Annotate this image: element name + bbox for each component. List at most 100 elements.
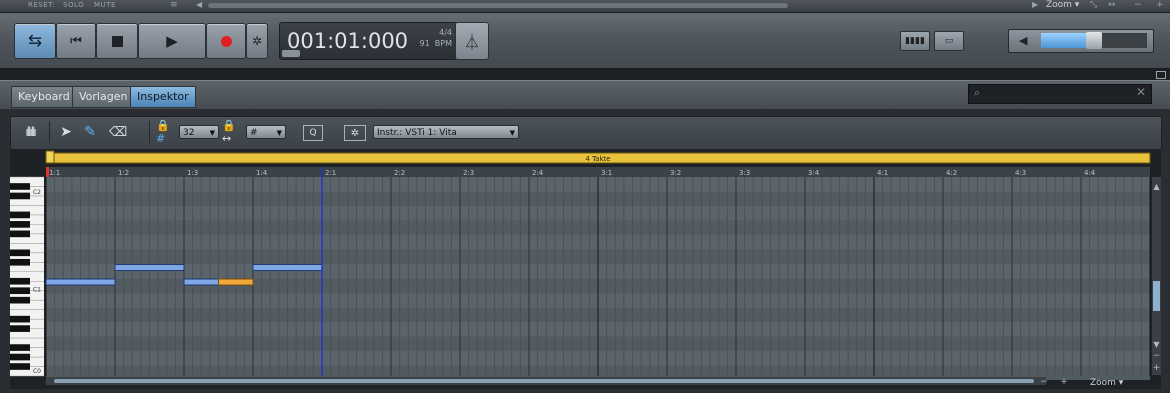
mute-label[interactable]: MUTE — [94, 1, 116, 9]
stop-icon — [111, 35, 123, 47]
screen-icon: ▭ — [944, 36, 954, 46]
black-key[interactable] — [10, 363, 30, 370]
eraser-tool[interactable]: ⌫ — [109, 123, 127, 141]
quantize-lock[interactable]: 🔒# — [156, 119, 178, 145]
position-time: 001:01:000 — [287, 29, 409, 53]
solo-label[interactable]: SOLO — [63, 1, 84, 9]
tab-keyboard[interactable]: Keyboard — [11, 86, 77, 108]
black-key[interactable] — [10, 296, 30, 304]
master-volume[interactable]: ◀ — [1008, 29, 1154, 53]
black-key[interactable] — [10, 211, 30, 219]
midi-note[interactable] — [114, 264, 185, 271]
cursor-icon: ➤ — [60, 124, 72, 140]
search-input[interactable]: ⌕ ✕ — [968, 84, 1152, 104]
length-lock[interactable]: 🔒↔ — [222, 119, 244, 145]
skip-back-icon: ⏮ — [70, 33, 82, 49]
record-settings-button[interactable]: ✲ — [246, 23, 268, 59]
play-button[interactable]: ▶ — [138, 23, 206, 59]
pencil-tool[interactable]: ✎ — [81, 123, 99, 141]
reset-label[interactable]: RESET: — [28, 1, 55, 9]
volume-knob[interactable] — [1086, 32, 1102, 49]
black-key[interactable] — [10, 183, 30, 190]
fit-icon[interactable]: ⤡ — [1090, 0, 1097, 10]
quantize-select[interactable]: 32 ▼ — [179, 125, 219, 139]
record-icon — [220, 35, 232, 47]
stop-button[interactable] — [96, 23, 138, 59]
zoom-out-horizontal-icon[interactable]: − — [1040, 377, 1048, 387]
scroll-down-icon[interactable]: ▼ — [1153, 340, 1160, 349]
black-key[interactable] — [10, 258, 30, 266]
metronome-button[interactable]: ⏃ — [455, 22, 489, 60]
tab-vorlagen[interactable]: Vorlagen — [72, 86, 135, 108]
timeline-ruler — [46, 167, 1150, 177]
scroll-up-icon[interactable]: ▲ — [1153, 182, 1160, 191]
black-key[interactable] — [10, 325, 30, 332]
velocity-tool[interactable]: ıllıllı — [17, 123, 43, 141]
lock-grid-icon: 🔒# — [156, 119, 170, 145]
zoom-out-vertical-icon[interactable]: − — [1153, 351, 1161, 361]
black-key[interactable] — [10, 192, 30, 200]
black-key[interactable] — [10, 353, 30, 361]
start-marker — [46, 167, 49, 177]
screen-view-button[interactable]: ▭ — [934, 31, 964, 51]
volume-track[interactable] — [1041, 32, 1147, 49]
rewind-button[interactable]: ⏮ — [56, 23, 96, 59]
black-key[interactable] — [10, 344, 30, 351]
midi-note[interactable] — [183, 278, 219, 286]
search-icon: ⌕ — [974, 86, 981, 99]
black-key[interactable] — [10, 221, 30, 228]
piano-roll: 1:1 1:2 1:3 1:4 2:1 2:2 2:3 2:4 3:1 3:2 3:3 3:4 4:1 4… — [10, 149, 1161, 389]
midi-note[interactable] — [218, 278, 254, 286]
loop-start-handle[interactable] — [45, 150, 55, 164]
top-scrollbar[interactable] — [208, 3, 788, 8]
loop-label: 4 Takte — [585, 155, 610, 163]
volume-left-icon: ◀ — [1019, 34, 1028, 47]
scroll-left-icon[interactable]: ◀ — [196, 0, 202, 9]
position-slider[interactable] — [282, 50, 300, 57]
zoom-in-horizontal-icon[interactable]: + — [1060, 377, 1068, 387]
zoom-in-icon[interactable]: + — [1156, 0, 1164, 10]
quantize-button[interactable]: Q — [303, 125, 323, 141]
bar-label: 4:4 — [1084, 169, 1096, 177]
clear-icon[interactable]: ✕ — [1136, 85, 1146, 99]
zoom-menu[interactable]: Zoom ▾ — [1046, 0, 1079, 10]
piano-roll-canvas[interactable]: 1:1 1:2 1:3 1:4 2:1 2:2 2:3 2:4 3:1 3:2 3:3 3:4 4:1 4… — [10, 149, 1161, 389]
black-key[interactable] — [10, 315, 30, 323]
settings-button[interactable]: ✲ — [344, 125, 366, 141]
instrument-select[interactable]: Instr.: VSTi 1: Vita ▼ — [373, 125, 519, 139]
list-icon[interactable]: ≡ — [170, 0, 178, 10]
bar-label: 1:1 — [49, 169, 60, 177]
panel-separator — [0, 70, 1170, 80]
vertical-scroll-thumb[interactable] — [1153, 281, 1160, 311]
keyboard-view-button[interactable]: ▮▮▮▮ — [900, 31, 930, 51]
black-key[interactable] — [10, 277, 30, 285]
midi-note[interactable] — [45, 278, 116, 286]
time-signature: 4/4 — [439, 28, 452, 37]
bar-label: 4:2 — [946, 169, 957, 177]
expand-icon[interactable]: ↔ — [1108, 0, 1116, 10]
maximize-icon[interactable] — [1156, 71, 1166, 79]
top-strip: RESET: SOLO MUTE ≡ ◀ ▶ Zoom ▾ ⤡ ↔ − + — [0, 0, 1170, 13]
zoom-menu-bottom[interactable]: Zoom ▾ — [1090, 378, 1124, 388]
record-button[interactable] — [206, 23, 246, 59]
transport-bar: ⇆ ⏮ ▶ ✲ 001:01:000 4/4 91 BPM ⏃ ▮▮▮▮ ▭ ◀ — [0, 13, 1170, 70]
black-key[interactable] — [10, 230, 30, 238]
zoom-out-icon[interactable]: − — [1134, 0, 1142, 10]
key-label: C2 — [33, 189, 41, 196]
pointer-tool[interactable]: ➤ — [57, 123, 75, 141]
chevron-down-icon: ▼ — [276, 129, 282, 137]
bar-label: 2:3 — [463, 169, 474, 177]
tab-inspektor[interactable]: Inspektor — [130, 86, 196, 108]
horizontal-scroll-thumb[interactable] — [54, 379, 1034, 383]
black-key[interactable] — [10, 287, 30, 295]
loop-button[interactable]: ⇆ — [14, 23, 56, 59]
black-key[interactable] — [10, 249, 30, 257]
bar-label: 1:4 — [256, 169, 268, 177]
zoom-in-vertical-icon[interactable]: + — [1153, 363, 1161, 373]
bar-label: 3:4 — [808, 169, 820, 177]
length-select[interactable]: # ▼ — [246, 125, 286, 139]
midi-note[interactable] — [252, 264, 323, 271]
bar-label: 3:1 — [601, 169, 612, 177]
scroll-right-icon[interactable]: ▶ — [1032, 0, 1038, 9]
bar-label: 2:2 — [394, 169, 405, 177]
